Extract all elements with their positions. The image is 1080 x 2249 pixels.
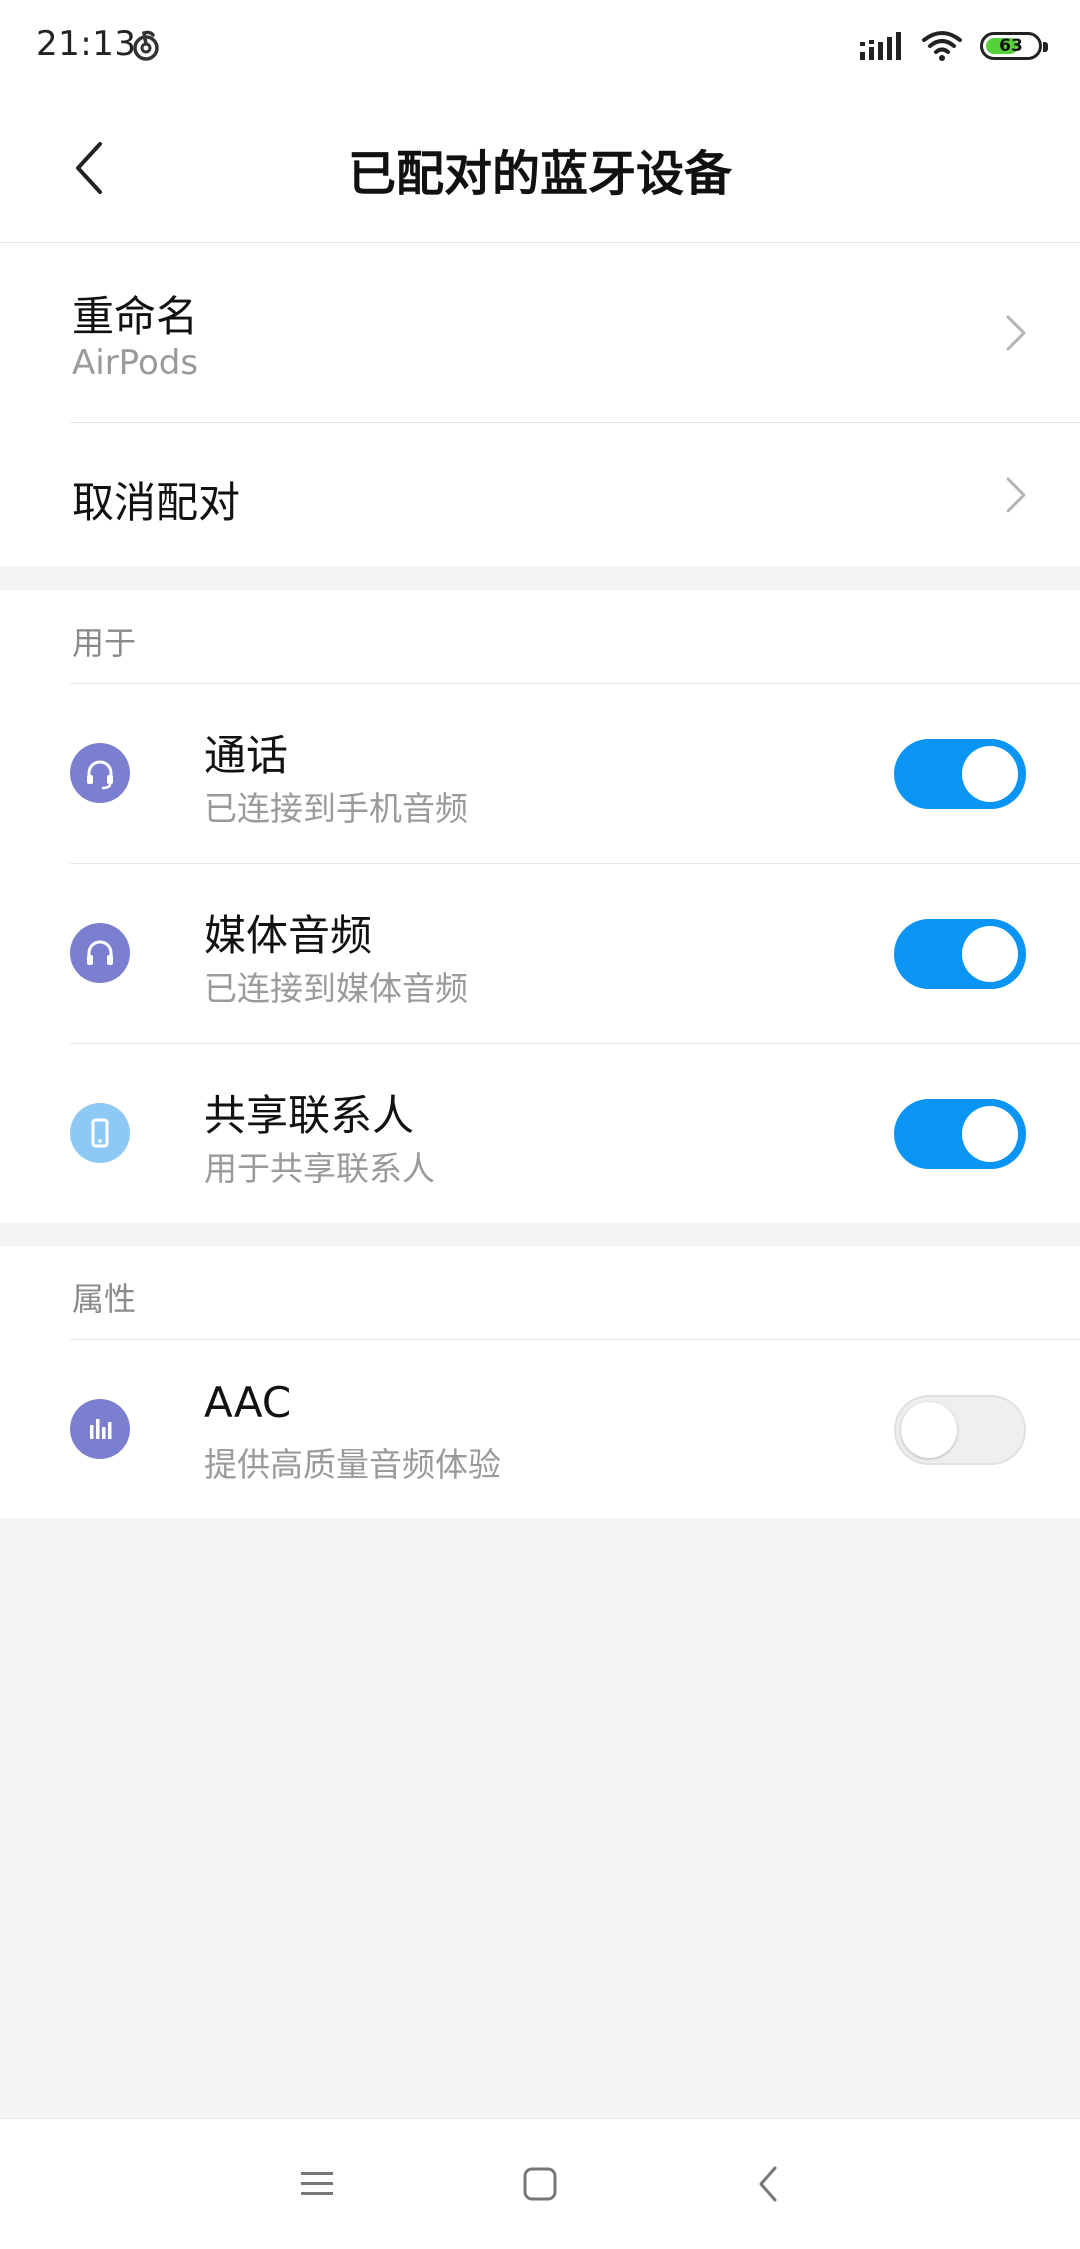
- navigation-bar: [0, 2118, 1080, 2249]
- battery-icon: 63: [980, 32, 1048, 60]
- back-triangle-icon: [759, 2166, 777, 2202]
- page-title: 已配对的蓝牙设备: [347, 146, 732, 202]
- chevron-right-icon: [1006, 315, 1026, 351]
- usage-item-share-contacts: 共享联系人 用于共享联系人: [0, 1044, 1080, 1223]
- usage-item-media-audio: 媒体音频 已连接到媒体音频: [0, 864, 1080, 1043]
- status-bar: 21:13 63: [0, 0, 1080, 96]
- equalizer-icon: [70, 1399, 130, 1459]
- share-contacts-toggle[interactable]: [894, 1099, 1026, 1169]
- title-bar: 已配对的蓝牙设备: [0, 96, 1080, 243]
- item-subtitle: 用于共享联系人: [204, 1149, 435, 1188]
- media-audio-toggle[interactable]: [894, 919, 1026, 989]
- device-name: AirPods: [72, 343, 199, 383]
- nav-back-button[interactable]: [733, 2149, 803, 2219]
- section-header-usage: 用于: [72, 624, 137, 662]
- section-header-properties: 属性: [72, 1280, 137, 1318]
- item-title: 通话: [204, 731, 289, 780]
- aac-toggle[interactable]: [894, 1395, 1026, 1465]
- item-title: AAC: [204, 1378, 292, 1427]
- item-subtitle: 提供高质量音频体验: [204, 1445, 501, 1484]
- usage-item-calls: 通话 已连接到手机音频: [0, 684, 1080, 863]
- headphones-icon: [70, 923, 130, 983]
- wifi-icon: [922, 31, 962, 61]
- unpair-row[interactable]: 取消配对: [0, 423, 1080, 566]
- battery-level: 63: [999, 36, 1023, 56]
- chevron-right-icon: [1006, 477, 1026, 513]
- signal-icon: [860, 32, 901, 60]
- status-time: 21:13: [36, 24, 137, 64]
- item-subtitle: 已连接到媒体音频: [204, 969, 468, 1008]
- menu-icon: [301, 2172, 333, 2195]
- usage-section: 用于 通话 已连接到手机音频 媒体音频 已连接到媒体音频 共享联系人 用于共享联…: [0, 590, 1080, 1223]
- headset-icon: [70, 743, 130, 803]
- item-title: 共享联系人: [204, 1091, 415, 1140]
- device-card: 重命名 AirPods 取消配对: [0, 243, 1080, 566]
- item-title: 媒体音频: [204, 911, 373, 960]
- menu-button[interactable]: [282, 2149, 352, 2219]
- item-subtitle: 已连接到手机音频: [204, 789, 468, 828]
- home-square-icon: [523, 2167, 557, 2201]
- rename-row[interactable]: 重命名 AirPods: [0, 243, 1080, 423]
- status-icons: 63: [860, 26, 1048, 66]
- netease-music-icon: [133, 30, 159, 61]
- property-item-aac: AAC 提供高质量音频体验: [0, 1340, 1080, 1518]
- home-button[interactable]: [505, 2149, 575, 2219]
- rename-label: 重命名: [72, 292, 199, 341]
- properties-section: 属性 AAC 提供高质量音频体验: [0, 1246, 1080, 1518]
- unpair-label: 取消配对: [72, 478, 241, 527]
- calls-toggle[interactable]: [894, 739, 1026, 809]
- phone-icon: [70, 1103, 130, 1163]
